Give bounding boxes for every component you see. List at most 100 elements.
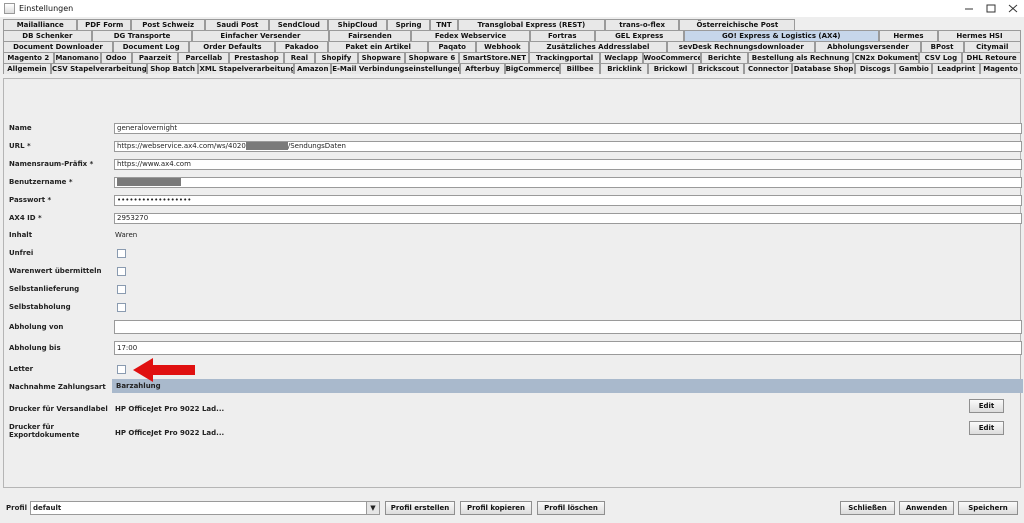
tab-database-shop[interactable]: Database Shop [792,63,855,74]
abholung-von-input[interactable] [114,320,1022,334]
tab-citymail[interactable]: Citymail [963,41,1021,52]
inhalt-row: Inhalt [9,231,114,239]
tab-brickowl[interactable]: Brickowl [648,63,693,74]
tab-magento-2[interactable]: Magento 2 [3,52,54,63]
tab-allgemein[interactable]: Allgemein [3,63,51,74]
anwenden-button[interactable]: Anwenden [899,501,954,515]
profil-erstellen-button[interactable]: Profil erstellen [385,501,455,515]
tab-webhook[interactable]: Webhook [476,41,529,52]
tab-smartstore-net[interactable]: SmartStore.NET [459,52,530,63]
tab-paqato[interactable]: Paqato [428,41,477,52]
tab-paarzeit[interactable]: Paarzeit [131,52,179,63]
tab-billbee[interactable]: Billbee [559,63,601,74]
selbstanlieferung-checkbox[interactable] [117,285,126,294]
tab-shop-batch[interactable]: Shop Batch [146,63,199,74]
tab-trans-o-flex[interactable]: trans-o-flex [604,19,680,30]
selbstabholung-checkbox[interactable] [117,303,126,312]
tab-leadprint[interactable]: Leadprint [932,63,981,74]
tab-prestashop[interactable]: Prestashop [229,52,284,63]
tab-tnt[interactable]: TNT [430,19,458,30]
password-input[interactable]: •••••••••••••••••• [114,195,1022,206]
speichern-button[interactable]: Speichern [958,501,1018,515]
tab-weclapp[interactable]: Weclapp [599,52,643,63]
tab-document-downloader[interactable]: Document Downloader [3,41,113,52]
tab-transglobal-express-rest[interactable]: Transglobal Express (REST) [457,19,605,30]
tab-bigcommerce[interactable]: BigCommerce [504,63,560,74]
tab-saudi-post[interactable]: Saudi Post [205,19,270,30]
drucker-export-row: Drucker für Exportdokumente [9,423,114,439]
tab-csv-stapelverarbeitung[interactable]: CSV Stapelverarbeitung [50,63,147,74]
tab-real[interactable]: Real [283,52,315,63]
tab-berichte[interactable]: Berichte [701,52,748,63]
namespace-input[interactable]: https://www.ax4.com [114,159,1022,170]
tab-bestellung-als-rechnung[interactable]: Bestellung als Rechnung [747,52,854,63]
tab-mailalliance[interactable]: Mailalliance [3,19,78,30]
tab-spring[interactable]: Spring [386,19,431,30]
tab-woocommerce[interactable]: WooCommerce [642,52,702,63]
profil-select[interactable]: default ▼ [30,501,380,515]
tab-brickscout[interactable]: Brickscout [692,63,745,74]
tab-fortras[interactable]: Fortras [529,30,595,41]
url-input[interactable]: https://webservice.ax4.com/ws/4020/Sendu… [114,141,1022,152]
maximize-icon[interactable] [980,0,1002,17]
schliessen-button[interactable]: Schließen [840,501,895,515]
tab-xml-stapelverarbeitung[interactable]: XML Stapelverarbeitung [198,63,295,74]
username-input[interactable] [114,177,1022,188]
tab-go-express-logistics-ax4[interactable]: GO! Express & Logistics (AX4) [683,30,879,41]
profil-kopieren-button[interactable]: Profil kopieren [460,501,532,515]
tab-magento[interactable]: Magento [980,63,1021,74]
tab-gambio[interactable]: Gambio [895,63,933,74]
ax4id-input[interactable]: 2953270 [114,213,1022,224]
tab-sevdesk-rechnungsdownloader[interactable]: sevDesk Rechnungsdownloader [667,41,816,52]
edit-export-button[interactable]: Edit [969,421,1004,435]
tab-dg-transporte[interactable]: DG Transporte [91,30,193,41]
tab-order-defaults[interactable]: Order Defaults [189,41,276,52]
tab-paket-ein-artikel[interactable]: Paket ein Artikel [327,41,429,52]
tab-shopware-6[interactable]: Shopware 6 [404,52,460,63]
minimize-icon[interactable] [958,0,980,17]
tab-document-log[interactable]: Document Log [112,41,190,52]
tab-e-mail-verbindungseinstellungen[interactable]: E-Mail Verbindungseinstellungen [331,63,461,74]
letter-checkbox[interactable] [117,365,126,374]
tab-manomano[interactable]: Manomano [53,52,101,63]
tab-zus-tzliches-addresslabel[interactable]: Zusätzliches Addresslabel [528,41,668,52]
tab-cn2x-dokument[interactable]: CN2x Dokument [853,52,920,63]
tab-sendcloud[interactable]: SendCloud [269,19,329,30]
tab-abholungsversender[interactable]: Abholungsversender [815,41,921,52]
tab-shopware[interactable]: Shopware [357,52,405,63]
tab-fedex-webservice[interactable]: Fedex Webservice [411,30,530,41]
tab-pdf-form[interactable]: PDF Form [77,19,131,30]
abholung-bis-input[interactable]: 17:00 [114,341,1022,355]
chevron-down-icon[interactable]: ▼ [366,502,379,514]
tab-bpost[interactable]: BPost [920,41,964,52]
tab-dhl-retoure[interactable]: DHL Retoure [962,52,1021,63]
tab-parcellab[interactable]: Parcellab [178,52,230,63]
profil-loeschen-button[interactable]: Profil löschen [537,501,605,515]
tab-post-schweiz[interactable]: Post Schweiz [130,19,206,30]
tab-odoo[interactable]: Odoo [100,52,132,63]
tab-fairsenden[interactable]: Fairsenden [328,30,412,41]
url-suffix: /SendungsDaten [287,142,346,150]
edit-versand-button[interactable]: Edit [969,399,1004,413]
unfrei-checkbox[interactable] [117,249,126,258]
tab-afterbuy[interactable]: Afterbuy [460,63,505,74]
tab-hermes[interactable]: Hermes [878,30,939,41]
tab-gel-express[interactable]: GEL Express [594,30,684,41]
tab-bricklink[interactable]: Bricklink [600,63,649,74]
close-icon[interactable] [1002,0,1024,17]
name-input[interactable]: generalovernight [114,123,1022,134]
nachnahme-selection[interactable]: Barzahlung [112,379,1023,393]
tab-csv-log[interactable]: CSV Log [919,52,963,63]
tab-hermes-hsi[interactable]: Hermes HSI [938,30,1021,41]
warenwert-checkbox[interactable] [117,267,126,276]
tab-sterreichische-post[interactable]: Österreichische Post [679,19,796,30]
tab-discogs[interactable]: Discogs [854,63,896,74]
tab-amazon[interactable]: Amazon [294,63,332,74]
tab-shipcloud[interactable]: ShipCloud [328,19,387,30]
tab-pakadoo[interactable]: Pakadoo [275,41,328,52]
tab-db-schenker[interactable]: DB Schenker [3,30,92,41]
tab-trackingportal[interactable]: Trackingportal [529,52,600,63]
tab-connector[interactable]: Connector [744,63,793,74]
tab-einfacher-versender[interactable]: Einfacher Versender [192,30,329,41]
tab-shopify[interactable]: Shopify [314,52,358,63]
